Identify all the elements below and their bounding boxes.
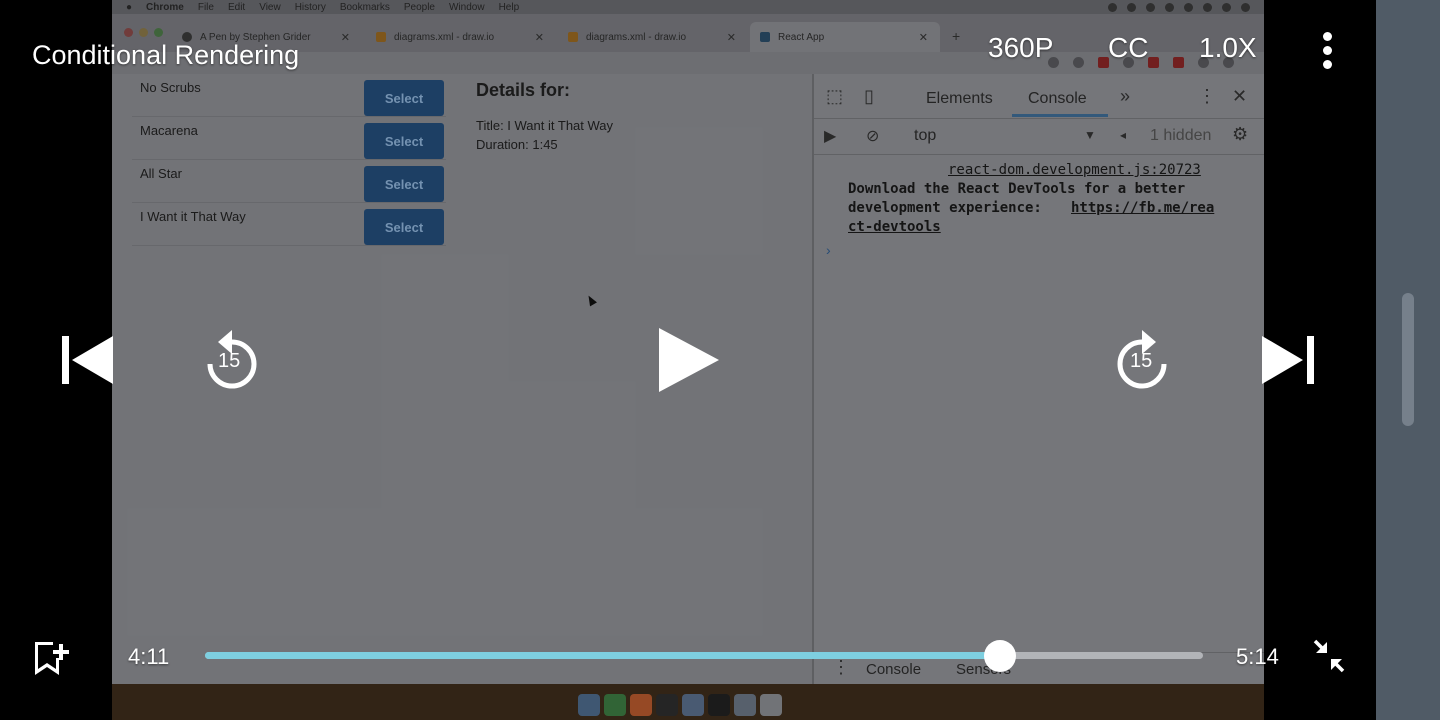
video-title: Conditional Rendering [32,40,300,70]
seek-bar[interactable] [205,640,1203,672]
skip-next-button[interactable] [1262,336,1314,384]
captions-button[interactable]: CC [1108,32,1148,64]
quality-button[interactable]: 360P [988,32,1053,64]
seek-bar-progress [205,652,1001,659]
skip-previous-button[interactable] [62,336,114,384]
rewind-seconds-label: 15 [218,350,241,372]
play-button[interactable] [659,328,719,392]
skip-previous-icon [62,336,113,384]
playback-speed-button[interactable]: 1.0X [1199,32,1257,64]
scrollbar-thumb[interactable] [1402,293,1414,426]
exit-fullscreen-button[interactable] [1312,638,1346,674]
bookmark-add-icon [35,642,69,675]
forward-15-button[interactable]: 15 [1110,326,1174,394]
skip-next-icon [1262,336,1314,384]
more-options-button[interactable] [1312,28,1344,72]
minimize-icon [1313,639,1345,673]
add-bookmark-button[interactable] [33,638,69,676]
current-time: 4:11 [128,644,170,669]
total-time: 5:14 [1236,644,1279,669]
rewind-15-button[interactable]: 15 [200,326,264,394]
play-icon [659,328,719,392]
forward-seconds-label: 15 [1130,350,1153,372]
